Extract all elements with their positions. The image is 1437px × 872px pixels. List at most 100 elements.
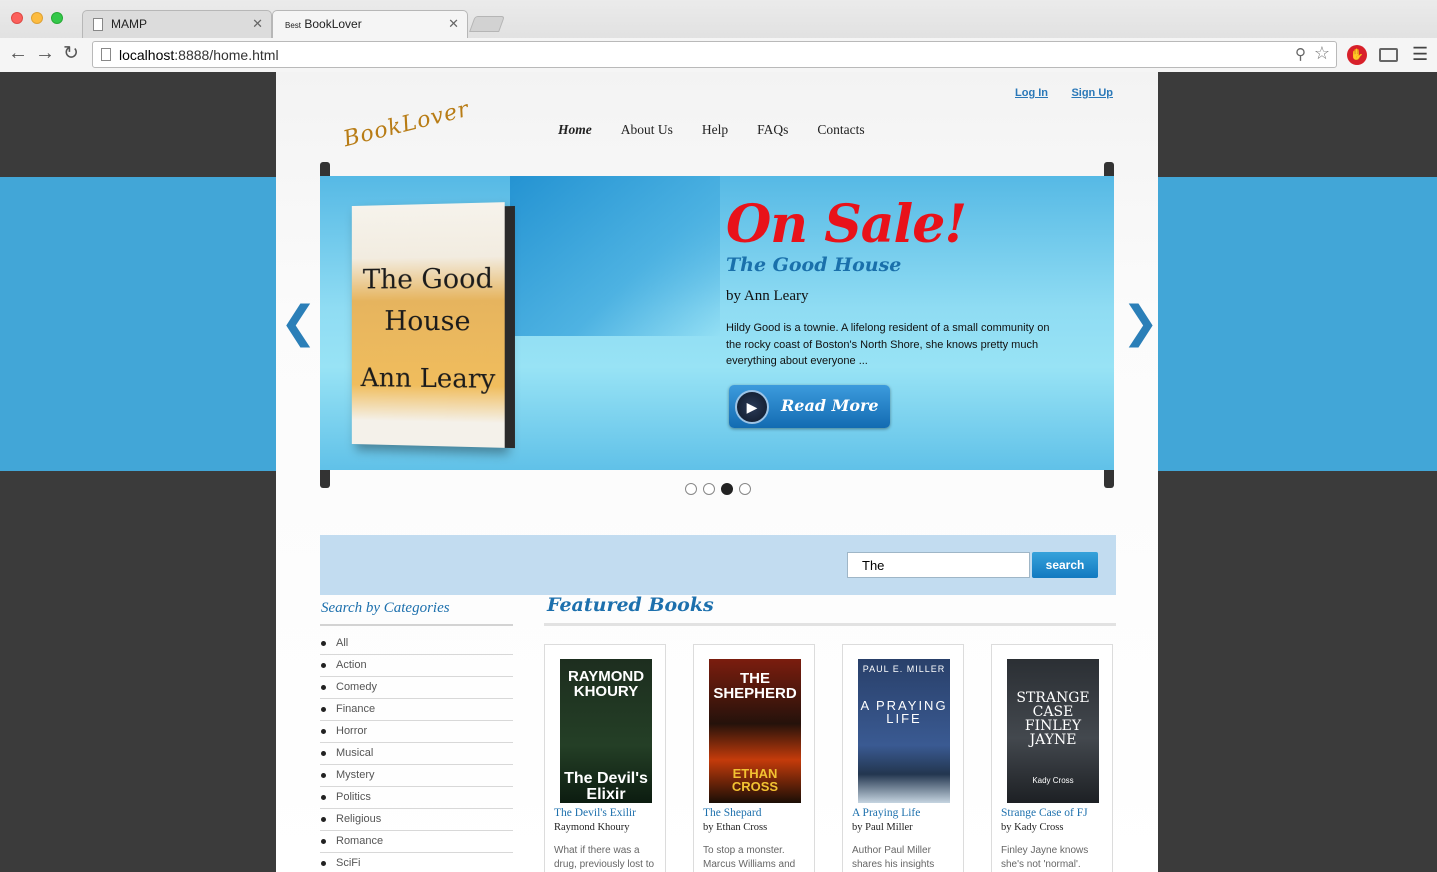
page-container: Log In Sign Up BookLover Home About Us H… <box>276 72 1159 872</box>
slider: The Good House Ann Leary On Sale! The Go… <box>320 162 1114 488</box>
signup-link[interactable]: Sign Up <box>1071 87 1113 99</box>
read-more-label: Read More <box>781 396 879 415</box>
category-item[interactable]: SciFi <box>320 853 513 872</box>
slider-dot-1[interactable] <box>685 483 697 495</box>
book-spine <box>504 205 515 449</box>
thumb-bottom-text: A PRAYING LIFE <box>860 698 948 726</box>
category-item[interactable]: Finance <box>320 699 513 721</box>
search-bar: search <box>320 535 1116 595</box>
thumb-top-text: THE SHEPHERD <box>713 670 797 702</box>
book-description: To stop a monster. Marcus Williams and <box>703 845 796 870</box>
url-text[interactable]: localhost:8888/home.html <box>119 47 279 63</box>
book-author: by Ethan Cross <box>703 822 768 833</box>
book-thumbnail[interactable]: PAUL E. MILLER A PRAYING LIFE <box>858 659 950 803</box>
category-item[interactable]: Religious <box>320 809 513 831</box>
thumb-top-text: STRANGE CASE FINLEY JAYNE <box>1016 690 1090 748</box>
divider <box>320 624 513 626</box>
tab-label: MAMP <box>111 17 147 31</box>
book-author: by Kady Cross <box>1001 822 1064 833</box>
forward-arrow-icon[interactable]: → <box>35 42 55 65</box>
book-card[interactable]: PAUL E. MILLER A PRAYING LIFE A Praying … <box>842 644 964 872</box>
site-logo[interactable]: BookLover <box>341 97 472 152</box>
cast-icon[interactable] <box>1379 48 1398 62</box>
nav-home[interactable]: Home <box>558 122 592 138</box>
book-author: Raymond Khoury <box>554 822 630 833</box>
thumb-bottom-text: ETHAN CROSS <box>731 766 779 794</box>
adblock-icon[interactable]: ✋ <box>1347 45 1367 65</box>
categories-title: Search by Categories <box>321 600 450 616</box>
back-arrow-icon[interactable]: ← <box>8 42 28 65</box>
minimize-window-button[interactable] <box>31 12 43 24</box>
thumb-top-text: RAYMOND KHOURY <box>567 668 645 700</box>
bookmark-star-icon[interactable]: ☆ <box>1314 43 1330 64</box>
book-card[interactable]: STRANGE CASE FINLEY JAYNE Kady Cross Str… <box>991 644 1113 872</box>
tab-label-prefix: Best <box>285 21 302 30</box>
cover-title-line1: The Good <box>362 263 494 296</box>
slider-dot-4[interactable] <box>739 483 751 495</box>
menu-icon[interactable]: ☰ <box>1412 44 1428 65</box>
page-icon <box>101 48 111 61</box>
book-title-link[interactable]: Strange Case of FJ <box>1001 807 1088 819</box>
close-tab-icon[interactable]: ✕ <box>252 16 263 32</box>
thumb-bottom-text: Kady Cross <box>1032 776 1074 785</box>
nav-about[interactable]: About Us <box>621 122 673 138</box>
book-thumbnail[interactable]: RAYMOND KHOURY The Devil's Elixir <box>560 659 652 803</box>
featured-title: Featured Books <box>547 594 714 616</box>
address-bar[interactable]: localhost:8888/home.html ⚲ ☆ <box>92 41 1337 68</box>
close-window-button[interactable] <box>11 12 23 24</box>
category-item[interactable]: Horror <box>320 721 513 743</box>
tab-booklover[interactable]: Best BookLover ✕ <box>272 10 468 39</box>
browser-toolbar: ← → ↻ localhost:8888/home.html ⚲ ☆ ✋ ☰ <box>0 38 1437 72</box>
tab-mamp[interactable]: MAMP ✕ <box>82 10 272 38</box>
category-item[interactable]: Musical <box>320 743 513 765</box>
slide-decoration <box>510 176 720 336</box>
slide: The Good House Ann Leary On Sale! The Go… <box>320 176 1114 470</box>
close-tab-icon[interactable]: ✕ <box>448 16 459 32</box>
category-item[interactable]: Action <box>320 655 513 677</box>
maximize-window-button[interactable] <box>51 12 63 24</box>
book-thumbnail[interactable]: STRANGE CASE FINLEY JAYNE Kady Cross <box>1007 659 1099 803</box>
sale-author: by Ann Leary <box>726 288 809 304</box>
category-item[interactable]: Romance <box>320 831 513 853</box>
book-description: What if there was a drug, previously los… <box>554 845 655 870</box>
read-more-button[interactable]: ▶ Read More <box>729 385 890 428</box>
nav-contacts[interactable]: Contacts <box>817 122 864 138</box>
divider <box>544 623 1116 626</box>
category-item[interactable]: All <box>320 633 513 655</box>
sale-book-title[interactable]: The Good House <box>726 254 901 276</box>
category-item[interactable]: Comedy <box>320 677 513 699</box>
book-cover-image[interactable]: The Good House Ann Leary <box>351 202 515 449</box>
slider-dots <box>685 483 751 495</box>
sale-description: Hildy Good is a townie. A lifelong resid… <box>726 322 1050 367</box>
slider-next-arrow-icon[interactable]: ❯ <box>1122 297 1159 348</box>
slider-dot-2[interactable] <box>703 483 715 495</box>
slider-dot-3[interactable] <box>721 483 733 495</box>
main-nav: Home About Us Help FAQs Contacts <box>558 122 894 138</box>
login-link[interactable]: Log In <box>1015 87 1048 99</box>
category-item[interactable]: Politics <box>320 787 513 809</box>
book-title-link[interactable]: A Praying Life <box>852 807 920 819</box>
book-description: Author Paul Miller shares his insights <box>852 845 935 870</box>
thumb-top-text: PAUL E. MILLER <box>862 664 946 674</box>
thumb-bottom-text: The Devil's Elixir <box>564 770 648 803</box>
search-button[interactable]: search <box>1032 552 1098 578</box>
category-list: All Action Comedy Finance Horror Musical… <box>320 633 513 872</box>
browser-chrome: MAMP ✕ Best BookLover ✕ ← → ↻ localhost:… <box>0 0 1437 72</box>
play-icon: ▶ <box>735 390 769 424</box>
search-icon[interactable]: ⚲ <box>1295 45 1306 63</box>
reload-icon[interactable]: ↻ <box>63 42 79 65</box>
new-tab-button[interactable] <box>469 16 505 32</box>
book-card[interactable]: THE SHEPHERD ETHAN CROSS The Shepard by … <box>693 644 815 872</box>
book-card[interactable]: RAYMOND KHOURY The Devil's Elixir The De… <box>544 644 666 872</box>
book-title-link[interactable]: The Shepard <box>703 807 761 819</box>
book-thumbnail[interactable]: THE SHEPHERD ETHAN CROSS <box>709 659 801 803</box>
cover-title-line2: House <box>384 305 471 338</box>
category-item[interactable]: Mystery <box>320 765 513 787</box>
book-author: by Paul Miller <box>852 822 913 833</box>
book-title-link[interactable]: The Devil's Exilir <box>554 807 636 819</box>
slider-prev-arrow-icon[interactable]: ❮ <box>280 297 317 348</box>
tab-label: BookLover <box>304 17 362 31</box>
nav-faqs[interactable]: FAQs <box>757 122 788 138</box>
nav-help[interactable]: Help <box>702 122 728 138</box>
search-input[interactable] <box>847 552 1030 578</box>
